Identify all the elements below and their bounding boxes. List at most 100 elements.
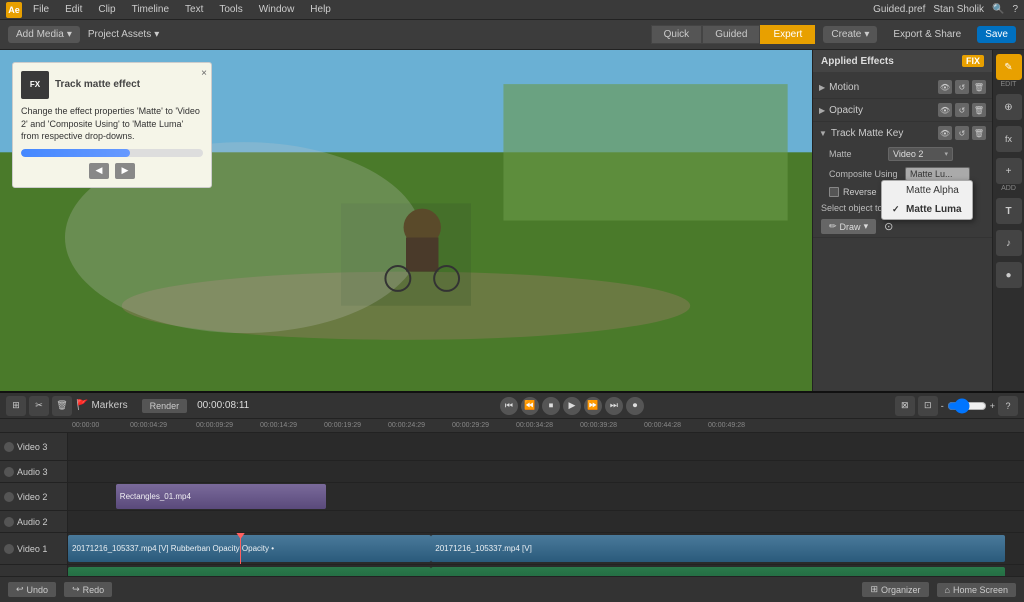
create-arrow-icon: ▾ bbox=[864, 29, 869, 40]
reverse-label: Reverse bbox=[843, 187, 877, 197]
menu-tools[interactable]: Tools bbox=[216, 4, 245, 15]
draw-extra-icon[interactable]: ⊙ bbox=[884, 220, 893, 233]
transport-goto-start[interactable]: ⏮ bbox=[500, 397, 518, 415]
tool-edit-button[interactable]: ✎ bbox=[996, 54, 1022, 80]
tool-record-button[interactable]: ● bbox=[996, 262, 1022, 288]
close-icon[interactable]: × bbox=[201, 67, 207, 81]
transport-play[interactable]: ▶ bbox=[563, 397, 581, 415]
tool-group-audio: ♪ bbox=[996, 230, 1022, 256]
track-eye-video2[interactable] bbox=[4, 492, 14, 502]
track-eye-audio3-top[interactable] bbox=[4, 467, 14, 477]
track-header-audio2: Audio 2 bbox=[0, 511, 68, 532]
home-screen-button[interactable]: ⌂ Home Screen bbox=[937, 583, 1016, 597]
transport-record[interactable]: ⏺ bbox=[626, 397, 644, 415]
applied-effects-title: Applied Effects bbox=[821, 56, 894, 67]
effect-group-opacity-header[interactable]: ▶ Opacity 👁 ↺ 🗑 bbox=[813, 99, 992, 121]
timecode-display: 00:00:08:11 bbox=[197, 400, 249, 411]
create-button[interactable]: Create ▾ bbox=[823, 26, 877, 43]
video1-clip-2[interactable]: 20171216_105337.mp4 [V] bbox=[431, 535, 1005, 563]
undo-button[interactable]: ↩ Undo bbox=[8, 582, 56, 597]
applied-effects-header: Applied Effects FIX bbox=[813, 50, 992, 72]
menu-text[interactable]: Text bbox=[182, 4, 206, 15]
redo-icon: ↪ bbox=[72, 584, 80, 595]
timeline-tool-1[interactable]: ⊞ bbox=[6, 396, 26, 416]
ruler-time-3: 00:00:14:29 bbox=[260, 422, 297, 429]
timeline-toggle-1[interactable]: ⊠ bbox=[895, 396, 915, 416]
tool-audio-button[interactable]: ♪ bbox=[996, 230, 1022, 256]
menu-help[interactable]: Help bbox=[307, 4, 334, 15]
help-icon[interactable]: ? bbox=[1012, 4, 1018, 15]
toolbar: Add Media ▾ Project Assets ▾ Quick Guide… bbox=[0, 20, 1024, 50]
tooltip-title: Track matte effect bbox=[55, 78, 140, 92]
matte-dropdown[interactable]: Video 2 ▾ bbox=[888, 147, 953, 161]
opacity-eye-icon[interactable]: 👁 bbox=[938, 103, 952, 117]
tooltip-prev-button[interactable]: ◀ bbox=[89, 163, 109, 179]
render-button[interactable]: Render bbox=[142, 399, 188, 413]
tab-guided[interactable]: Guided bbox=[702, 25, 760, 44]
tool-transform-button[interactable]: ⊕ bbox=[996, 94, 1022, 120]
project-assets-button[interactable]: Project Assets ▾ bbox=[88, 29, 159, 40]
video2-clip-1[interactable]: Rectangles_01.mp4 bbox=[116, 484, 326, 508]
transport-fast-forward[interactable]: ⏩ bbox=[584, 397, 602, 415]
tools-sidebar: ✎ EDIT ⊕ fx + ADD T ♪ ● bbox=[992, 50, 1024, 391]
menu-window[interactable]: Window bbox=[256, 4, 298, 15]
menu-file[interactable]: File bbox=[30, 4, 52, 15]
track-label-video2: Video 2 bbox=[17, 492, 47, 502]
ruler-time-9: 00:00:44:28 bbox=[644, 422, 681, 429]
tab-expert[interactable]: Expert bbox=[760, 25, 815, 44]
zoom-plus-icon[interactable]: + bbox=[990, 401, 995, 411]
composite-dropdown-trigger[interactable]: Matte Lu... ▾ bbox=[905, 167, 970, 181]
tool-group-effects: fx bbox=[996, 126, 1022, 152]
opacity-reset-icon[interactable]: ↺ bbox=[955, 103, 969, 117]
track-label-audio2: Audio 2 bbox=[17, 517, 48, 527]
fix-label[interactable]: FIX bbox=[962, 55, 984, 67]
clip-label-video1-2: 20171216_105337.mp4 [V] bbox=[435, 544, 532, 553]
timeline-right-controls: ⊠ ⊡ - + ? bbox=[895, 396, 1018, 416]
menu-clip[interactable]: Clip bbox=[95, 4, 118, 15]
audio3-clip-2[interactable]: 20171216_105337.mp4 [A] bbox=[431, 567, 1005, 576]
composite-option-matte-alpha[interactable]: Matte Alpha bbox=[882, 181, 972, 200]
add-media-button[interactable]: Add Media ▾ bbox=[8, 26, 80, 43]
tab-quick[interactable]: Quick bbox=[651, 25, 703, 44]
transport-controls: ⏮ ⏪ ⏹ ▶ ⏩ ⏭ ⏺ bbox=[500, 397, 644, 415]
track-matte-eye-icon[interactable]: 👁 bbox=[938, 126, 952, 140]
track-matte-delete-icon[interactable]: 🗑 bbox=[972, 126, 986, 140]
tool-text-button[interactable]: T bbox=[996, 198, 1022, 224]
track-header-video2: Video 2 bbox=[0, 483, 68, 510]
menu-timeline[interactable]: Timeline bbox=[129, 4, 172, 15]
audio3-clip-1[interactable]: 20171216_105337.mp4 [A] Rubberban Volume… bbox=[68, 567, 431, 576]
transport-goto-end[interactable]: ⏭ bbox=[605, 397, 623, 415]
track-eye-video1[interactable] bbox=[4, 544, 14, 554]
timeline-help-button[interactable]: ? bbox=[998, 396, 1018, 416]
menu-edit[interactable]: Edit bbox=[62, 4, 85, 15]
save-button[interactable]: Save bbox=[977, 26, 1016, 43]
export-share-button[interactable]: Export & Share bbox=[885, 26, 969, 43]
motion-eye-icon[interactable]: 👁 bbox=[938, 80, 952, 94]
opacity-delete-icon[interactable]: 🗑 bbox=[972, 103, 986, 117]
tooltip-next-button[interactable]: ▶ bbox=[115, 163, 135, 179]
tool-add-button[interactable]: + bbox=[996, 158, 1022, 184]
composite-option-matte-luma[interactable]: ✓ Matte Luma bbox=[882, 200, 972, 219]
draw-button[interactable]: ✏ Draw ▾ bbox=[821, 219, 876, 234]
track-matte-reset-icon[interactable]: ↺ bbox=[955, 126, 969, 140]
track-eye-audio2[interactable] bbox=[4, 517, 14, 527]
effect-group-motion-header[interactable]: ▶ Motion 👁 ↺ 🗑 bbox=[813, 76, 992, 98]
motion-delete-icon[interactable]: 🗑 bbox=[972, 80, 986, 94]
transport-rewind[interactable]: ⏪ bbox=[521, 397, 539, 415]
organizer-button[interactable]: ⊞ Organizer bbox=[862, 582, 928, 597]
tool-effects-button[interactable]: fx bbox=[996, 126, 1022, 152]
motion-reset-icon[interactable]: ↺ bbox=[955, 80, 969, 94]
zoom-slider[interactable] bbox=[947, 398, 987, 414]
timeline-tool-2[interactable]: ✂ bbox=[29, 396, 49, 416]
effect-group-track-matte-header[interactable]: ▼ Track Matte Key 👁 ↺ 🗑 bbox=[813, 122, 992, 144]
video1-clip-1[interactable]: 20171216_105337.mp4 [V] Rubberban Opacit… bbox=[68, 535, 431, 563]
track-eye-video3[interactable] bbox=[4, 442, 14, 452]
redo-button[interactable]: ↪ Redo bbox=[64, 582, 112, 597]
search-icon[interactable]: 🔍 bbox=[992, 4, 1004, 15]
zoom-minus-icon[interactable]: - bbox=[941, 401, 944, 411]
tool-group-record: ● bbox=[996, 262, 1022, 288]
timeline-tool-3[interactable]: 🗑 bbox=[52, 396, 72, 416]
transport-stop[interactable]: ⏹ bbox=[542, 397, 560, 415]
timeline-toggle-2[interactable]: ⊡ bbox=[918, 396, 938, 416]
reverse-checkbox[interactable] bbox=[829, 187, 839, 197]
